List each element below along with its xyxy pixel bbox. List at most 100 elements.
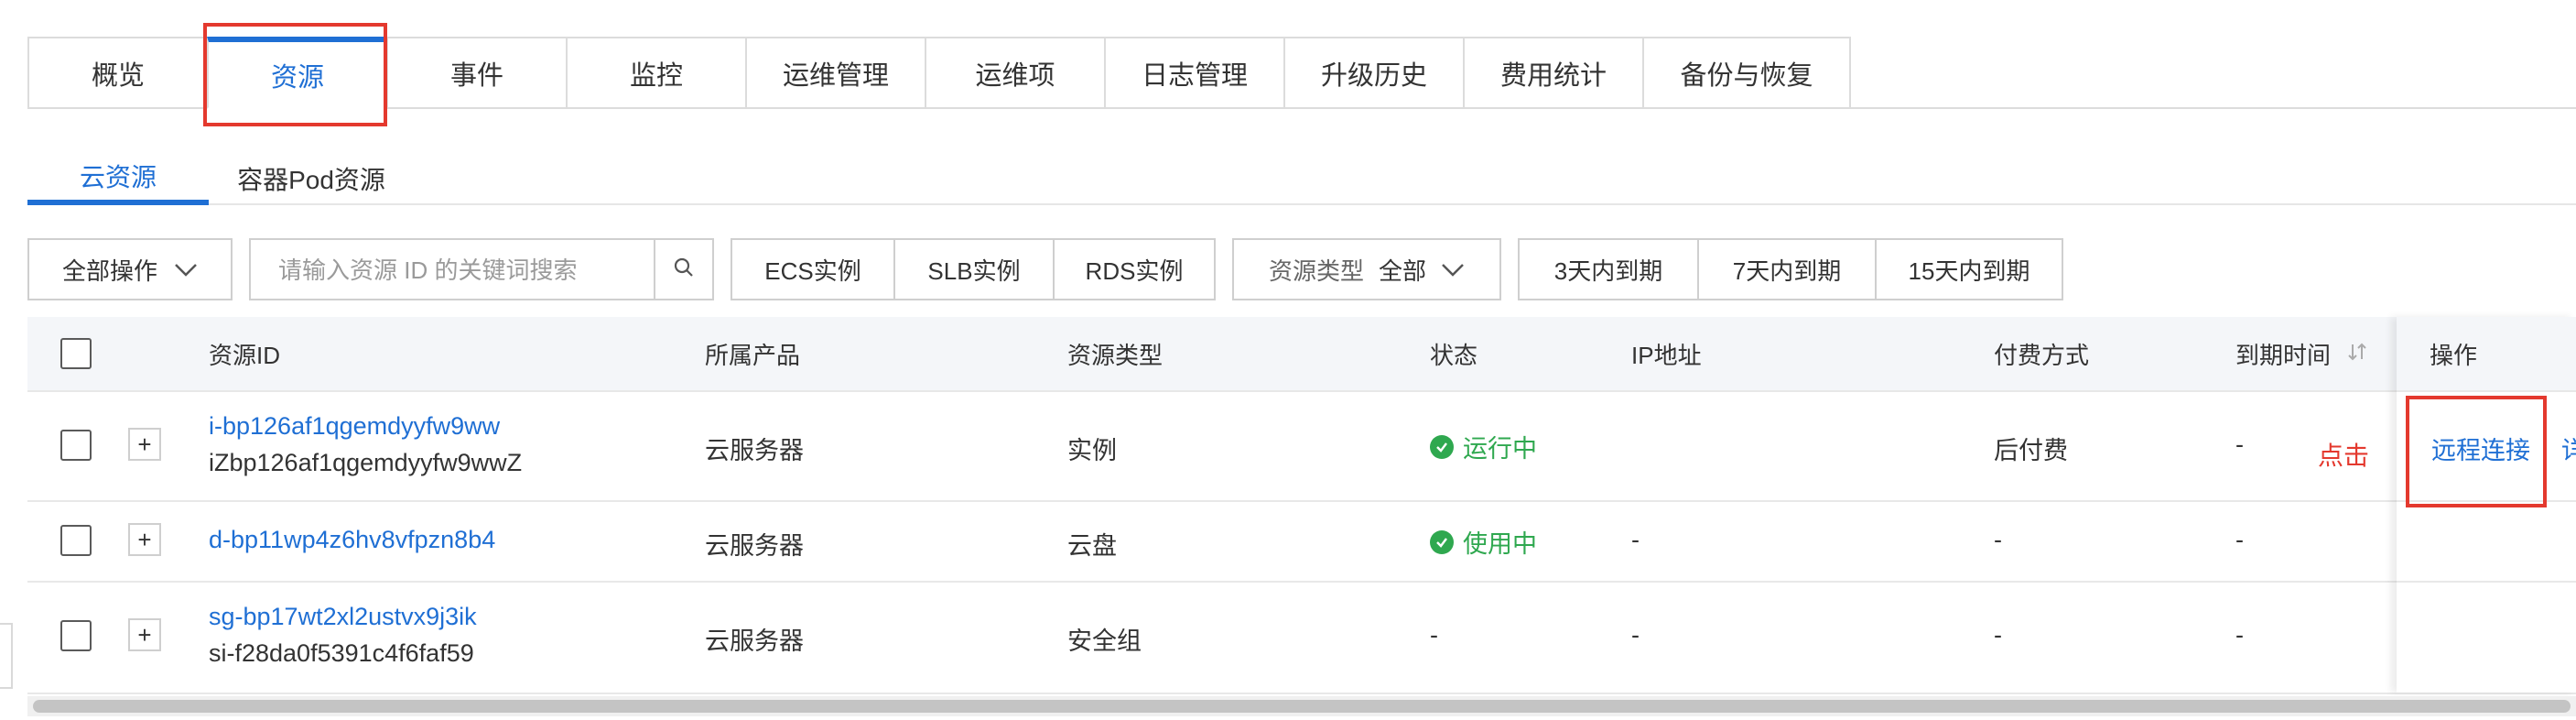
- highlight-box-resources-tab: [203, 23, 387, 126]
- row-divider: [2397, 581, 2576, 583]
- filter-label: 3天内到期: [1553, 256, 1663, 285]
- tab-log-management[interactable]: 日志管理: [1104, 37, 1283, 109]
- expand-row-button[interactable]: +: [128, 523, 161, 556]
- row-divider: [27, 500, 2576, 502]
- plus-icon: +: [137, 430, 152, 458]
- row-divider: [2397, 390, 2576, 392]
- filter-label: SLB实例: [927, 256, 1021, 285]
- column-header-status: 状态: [1430, 341, 1478, 369]
- tab-label: 运维管理: [782, 60, 889, 91]
- bulk-action-label: 全部操作: [61, 256, 157, 285]
- resource-type-cell: 安全组: [1067, 627, 1142, 655]
- resource-type-value: 全部: [1379, 256, 1427, 285]
- plus-icon: +: [137, 620, 152, 649]
- expiry-cell: -: [2235, 621, 2244, 649]
- tab-label: 监控: [629, 60, 683, 91]
- resource-id-link[interactable]: d-bp11wp4z6hv8vfpzn8b4: [209, 526, 495, 554]
- tab-label: 费用统计: [1499, 60, 1607, 91]
- resource-type-label: 资源类型: [1268, 256, 1364, 285]
- expiry-cell: -: [2235, 431, 2244, 458]
- tab-label: 升级历史: [1320, 60, 1427, 91]
- search-icon: [674, 257, 694, 282]
- search-button[interactable]: [654, 240, 712, 299]
- billing-cell: 后付费: [1994, 437, 2068, 464]
- filter-label: ECS实例: [764, 256, 861, 285]
- subtab-container-pod-resources[interactable]: 容器Pod资源: [220, 152, 403, 205]
- chevron-down-icon: [1441, 256, 1465, 284]
- resource-type-cell: 实例: [1067, 437, 1117, 464]
- row-checkbox[interactable]: [60, 430, 92, 461]
- filter-slb-instance[interactable]: SLB实例: [893, 238, 1053, 300]
- filter-expire-7-days[interactable]: 7天内到期: [1697, 238, 1875, 300]
- billing-cell: -: [1994, 526, 2002, 553]
- resource-sub-id: si-f28da0f5391c4f6faf59: [209, 639, 474, 667]
- filter-label: 15天内到期: [1908, 256, 2030, 285]
- filter-label: 7天内到期: [1732, 256, 1842, 285]
- resource-type-select[interactable]: 资源类型 全部: [1232, 238, 1501, 300]
- product-cell: 云服务器: [705, 437, 804, 464]
- status-cell: -: [1430, 621, 1438, 649]
- side-panel-handle[interactable]: [0, 623, 13, 689]
- select-all-checkbox[interactable]: [60, 338, 92, 369]
- ip-cell: -: [1631, 526, 1640, 553]
- filter-expire-3-days[interactable]: 3天内到期: [1518, 238, 1697, 300]
- status-badge: 运行中: [1430, 429, 1537, 464]
- highlight-box-remote-connect: [2406, 396, 2547, 507]
- column-header-operations: 操作: [2430, 341, 2478, 369]
- subtab-label: 云资源: [79, 163, 157, 191]
- filter-expire-15-days[interactable]: 15天内到期: [1875, 238, 2063, 300]
- row-divider: [27, 390, 2576, 392]
- bulk-action-dropdown[interactable]: 全部操作: [27, 238, 233, 300]
- horizontal-scrollbar-thumb[interactable]: [33, 700, 2571, 713]
- sort-icon[interactable]: [2347, 340, 2367, 368]
- expand-row-button[interactable]: +: [128, 428, 161, 461]
- filter-label: RDS实例: [1085, 256, 1184, 285]
- tab-label: 事件: [449, 60, 503, 91]
- chevron-down-icon: [174, 256, 198, 284]
- tab-upgrade-history[interactable]: 升级历史: [1283, 37, 1463, 109]
- click-hint-annotation: 点击: [2318, 442, 2370, 470]
- table-header: [27, 317, 2576, 390]
- tab-monitoring[interactable]: 监控: [566, 37, 745, 109]
- filter-rds-instance[interactable]: RDS实例: [1053, 238, 1216, 300]
- search-box: [249, 238, 714, 300]
- tab-backup-restore[interactable]: 备份与恢复: [1642, 37, 1851, 109]
- tab-events[interactable]: 事件: [386, 37, 566, 109]
- status-badge: 使用中: [1430, 524, 1537, 560]
- tab-cost-statistics[interactable]: 费用统计: [1463, 37, 1642, 109]
- plus-icon: +: [137, 525, 152, 553]
- tab-overview[interactable]: 概览: [27, 37, 207, 109]
- column-header-resource-type: 资源类型: [1067, 341, 1164, 369]
- tab-label: 日志管理: [1141, 60, 1248, 91]
- billing-cell: -: [1994, 621, 2002, 649]
- filter-ecs-instance[interactable]: ECS实例: [731, 238, 893, 300]
- row-checkbox[interactable]: [60, 525, 92, 556]
- tab-label: 备份与恢复: [1680, 60, 1813, 91]
- column-header-expiry[interactable]: 到期时间: [2235, 317, 2367, 390]
- column-header-billing: 付费方式: [1994, 341, 2090, 369]
- resource-id-link[interactable]: sg-bp17wt2xl2ustvx9j3ik: [209, 603, 477, 631]
- column-header-ip: IP地址: [1631, 341, 1702, 369]
- product-cell: 云服务器: [705, 627, 804, 655]
- column-header-resource-id: 资源ID: [209, 341, 281, 369]
- tab-label: 运维项: [975, 60, 1055, 91]
- tab-ops-items[interactable]: 运维项: [925, 37, 1104, 109]
- resource-id-link[interactable]: i-bp126af1qgemdyyfw9ww: [209, 412, 500, 441]
- operations-header: [2397, 317, 2576, 390]
- product-cell: 云服务器: [705, 532, 804, 560]
- details-link[interactable]: 详: [2561, 431, 2576, 466]
- ip-cell: -: [1631, 621, 1640, 649]
- expiry-cell: -: [2235, 526, 2244, 553]
- column-header-product: 所属产品: [705, 341, 801, 369]
- row-checkbox[interactable]: [60, 620, 92, 651]
- tab-label: 概览: [91, 60, 145, 91]
- sub-tabs-baseline: [27, 203, 2576, 205]
- expand-row-button[interactable]: +: [128, 618, 161, 651]
- row-divider: [27, 581, 2576, 583]
- check-circle-icon: [1430, 529, 1454, 554]
- status-text: 运行中: [1463, 435, 1537, 463]
- subtab-cloud-resources[interactable]: 云资源: [27, 152, 209, 205]
- tab-ops-management[interactable]: 运维管理: [745, 37, 925, 109]
- search-input[interactable]: [251, 240, 683, 300]
- status-text: 使用中: [1463, 530, 1537, 558]
